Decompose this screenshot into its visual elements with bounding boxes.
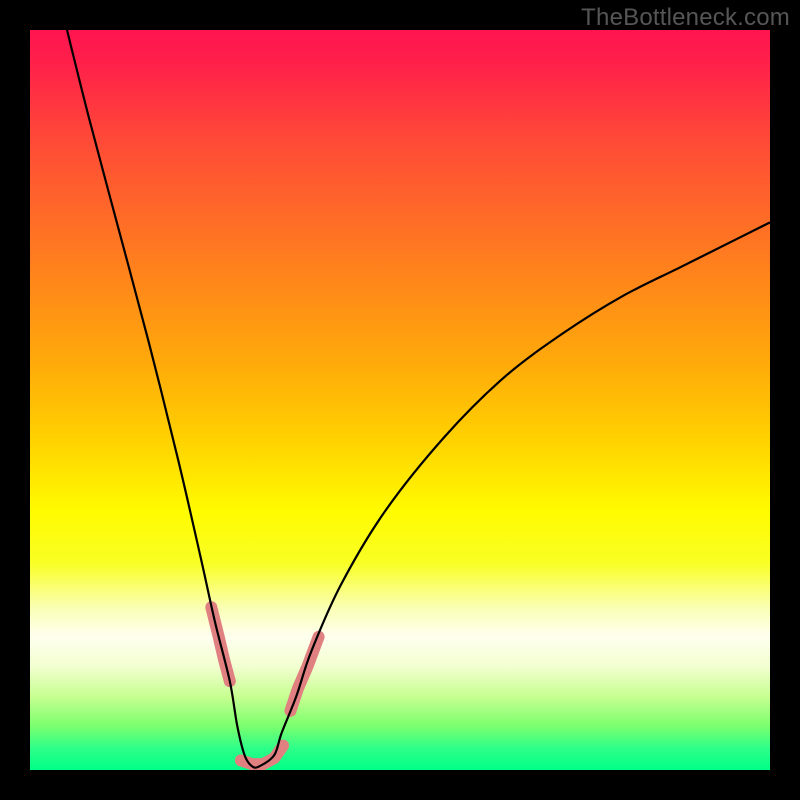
curve-layer	[30, 30, 770, 770]
highlight-segments	[211, 607, 318, 764]
chart-frame: TheBottleneck.com	[0, 0, 800, 800]
plot-area	[30, 30, 770, 770]
bottleneck-curve	[67, 30, 770, 768]
watermark-text: TheBottleneck.com	[581, 4, 790, 32]
